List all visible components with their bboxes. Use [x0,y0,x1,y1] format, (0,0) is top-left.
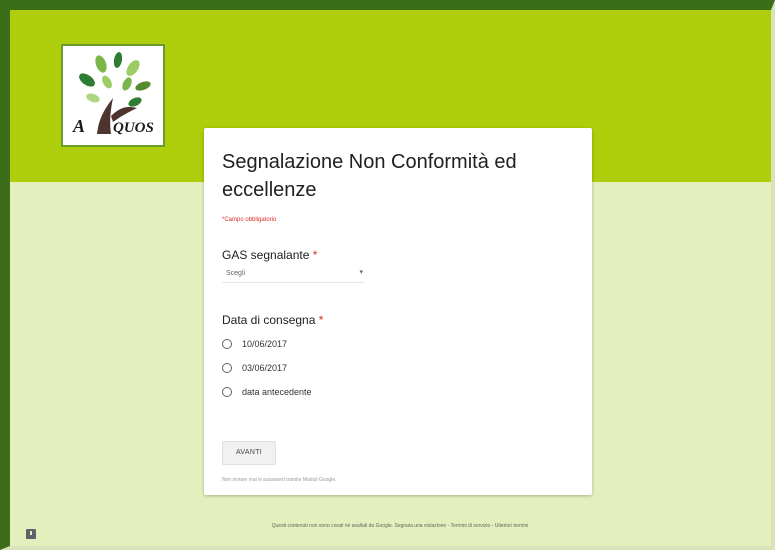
gas-select-dropdown[interactable]: Scegli ▾ [222,268,365,283]
question-label-text: GAS segnalante [222,248,310,262]
radio-button[interactable] [222,363,232,373]
select-placeholder: Scegli [226,270,246,277]
chevron-down-icon: ▾ [359,269,363,276]
required-asterisk: * [318,313,324,327]
page-frame: A QUOS Segnalazione Non Conformità ed ec… [0,0,775,550]
form-card: Segnalazione Non Conformità ed eccellenz… [204,128,592,495]
question-gas-label: GAS segnalante * [222,248,317,262]
feedback-icon[interactable] [26,529,36,539]
radio-option-label: data antecedente [242,387,312,397]
svg-text:QUOS: QUOS [113,120,154,136]
aquos-logo: A QUOS [61,44,165,147]
next-button[interactable]: AVANTI [222,441,276,465]
form-title: Segnalazione Non Conformità ed eccellenz… [222,151,517,201]
radio-button[interactable] [222,339,232,349]
required-note: *Campo obbligatorio [222,217,277,223]
radio-button[interactable] [222,387,232,397]
radio-option-label: 10/06/2017 [242,339,288,349]
radio-option-label: 03/06/2017 [242,363,288,373]
question-date-label: Data di consegna * [222,313,323,327]
footer-disclaimer: Questi contenuti non sono creati né aval… [271,523,529,529]
question-label-text: Data di consegna [222,313,316,327]
svg-text:A: A [72,116,85,136]
password-warning: Non inviare mai le password tramite Modu… [222,477,337,483]
required-asterisk: * [312,248,318,262]
